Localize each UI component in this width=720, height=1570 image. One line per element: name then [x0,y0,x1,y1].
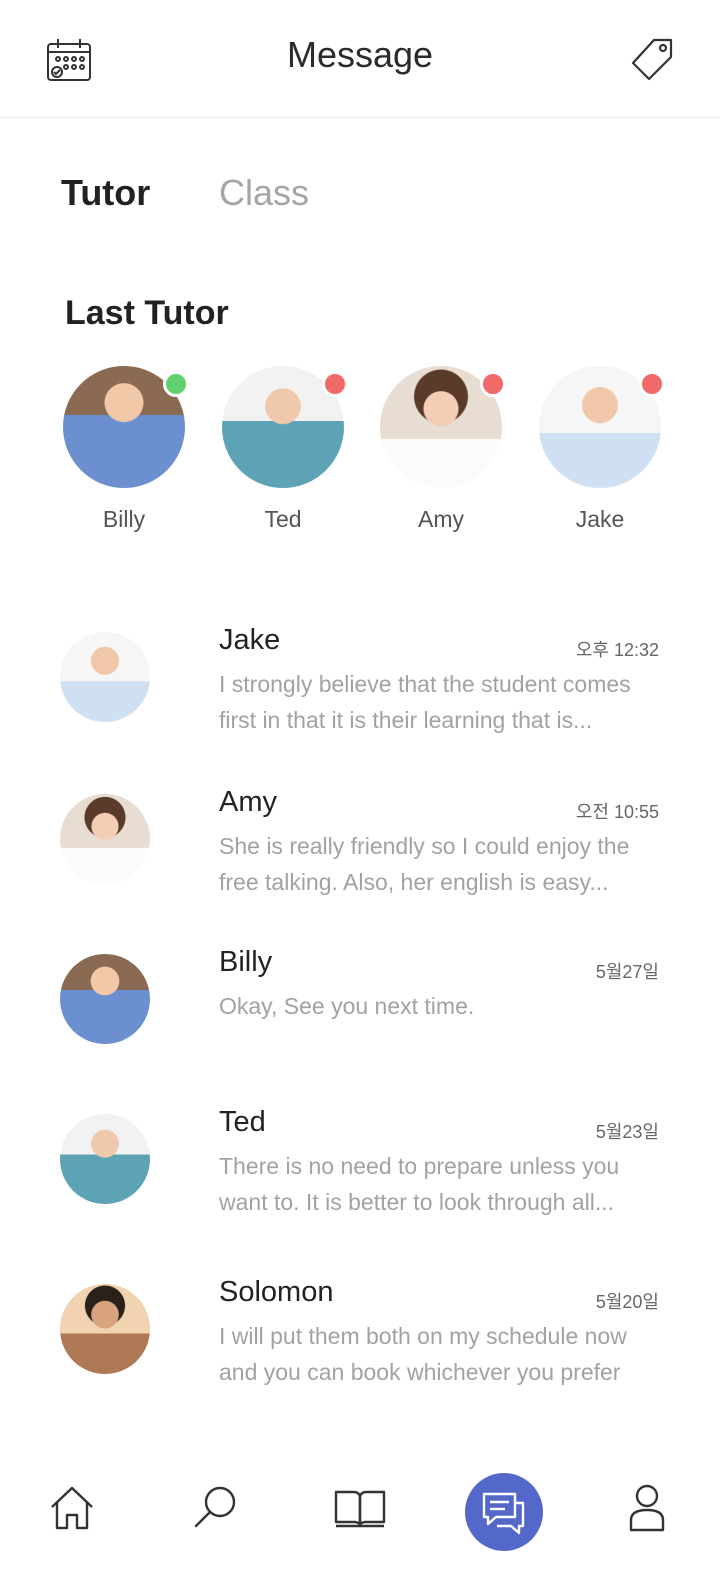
message-item-ted[interactable]: Ted 5월23일 There is no need to prepare un… [0,1100,720,1230]
message-preview: I strongly believe that the student come… [219,671,631,733]
message-time: 오전 10:55 [575,802,659,822]
book-icon [334,1490,386,1528]
message-preview: There is no need to prepare unless you w… [219,1153,620,1215]
tutor-name: Jake [575,506,625,532]
app-header: Message [0,0,720,118]
sender-name: Amy [219,786,277,818]
last-tutor-title: Last Tutor [65,294,229,332]
message-item-solomon[interactable]: Solomon 5월20일 I will put them both on my… [0,1270,720,1400]
search-icon [194,1486,236,1528]
page-title: Message [286,34,434,75]
message-preview: I will put them both on my schedule now … [219,1323,627,1385]
tutor-name: Amy [418,506,464,532]
bottom-navigation [0,1450,720,1570]
avatar [60,794,150,884]
tab-bar: Tutor Class [0,172,720,222]
tutor-name: Billy [102,506,146,532]
message-item-amy[interactable]: Amy 오전 10:55 She is really friendly so I… [0,780,720,910]
sender-name: Jake [219,624,281,656]
status-badge-offline [322,371,348,397]
sender-name: Ted [219,1106,266,1138]
nav-home[interactable] [44,1480,100,1536]
message-time: 5월27일 [595,962,659,982]
last-tutor-item-jake[interactable]: Jake [535,366,665,533]
avatar [60,1284,150,1374]
tab-tutor[interactable]: Tutor [61,172,150,214]
nav-library[interactable] [332,1480,388,1536]
nav-search[interactable] [188,1480,244,1536]
message-item-billy[interactable]: Billy 5월27일 Okay, See you next time. [0,940,720,1070]
chat-icon [482,1492,525,1535]
status-badge-offline [639,371,665,397]
profile-icon [629,1484,665,1532]
avatar [60,954,150,1044]
sender-name: Solomon [219,1276,334,1308]
home-icon [51,1486,93,1530]
message-preview: Okay, See you next time. [219,993,475,1019]
nav-profile[interactable] [619,1480,675,1536]
status-badge-offline [480,371,506,397]
last-tutor-row: Billy Ted Amy Jake [0,366,720,546]
avatar [60,632,150,722]
last-tutor-item-ted[interactable]: Ted [218,366,348,533]
tab-class[interactable]: Class [219,172,309,214]
message-preview: She is really friendly so I could enjoy … [219,833,630,895]
nav-chat[interactable] [465,1473,543,1551]
last-tutor-item-amy[interactable]: Amy [376,366,506,533]
avatar [60,1114,150,1204]
message-time: 5월20일 [595,1292,659,1312]
sender-name: Billy [219,946,273,978]
last-tutor-item-billy[interactable]: Billy [59,366,189,533]
status-badge-online [163,371,189,397]
message-item-jake[interactable]: Jake 오후 12:32 I strongly believe that th… [0,618,720,748]
message-time: 오후 12:32 [575,640,659,660]
tutor-name: Ted [264,506,302,532]
tag-icon[interactable] [628,36,676,84]
message-time: 5월23일 [595,1122,659,1142]
